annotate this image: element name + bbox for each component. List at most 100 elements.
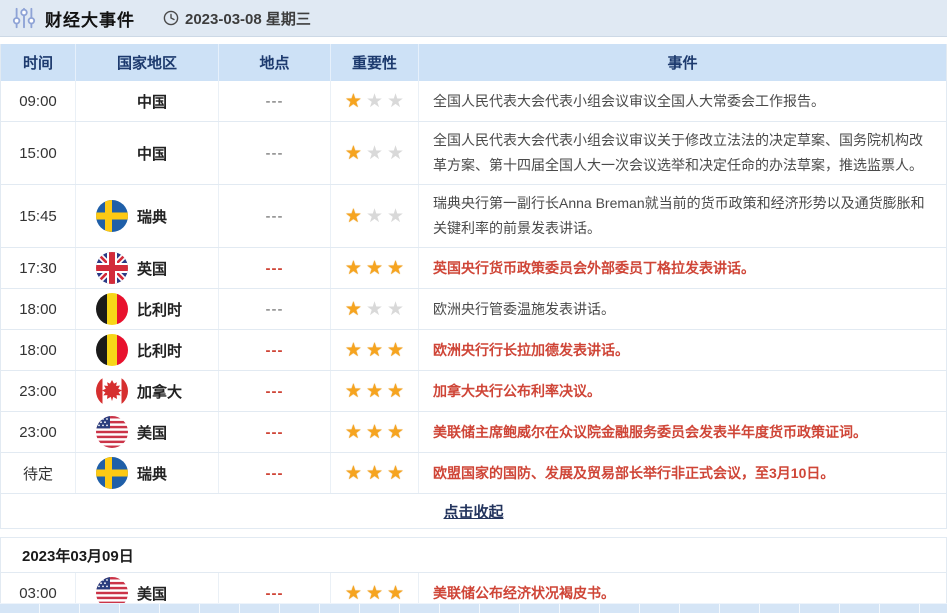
country-cell: 英国 [76,248,219,288]
event-text-cell: 英国央行货币政策委员会外部委员丁格拉发表讲话。 [419,248,946,288]
clock-icon [163,10,179,26]
star-empty-icon: ★ [387,300,404,319]
col-header-country: 国家地区 [76,44,219,81]
importance-stars: ★★★ [331,453,419,493]
country-cell: 中国 [76,81,219,121]
star-filled-icon: ★ [345,423,362,442]
star-empty-icon: ★ [387,92,404,111]
sliders-icon [12,6,36,30]
blank-flag-icon [96,85,128,117]
event-text-cell: 瑞典央行第一副行长Anna Breman就当前的货币政策和经济形势以及通货膨胀和… [419,185,946,247]
location-cell: --- [219,185,331,247]
uk-flag-icon [96,252,128,284]
belgium-flag-icon [96,334,128,366]
star-filled-icon: ★ [345,207,362,226]
star-filled-icon: ★ [387,259,404,278]
date-separator-row: 2023年03月09日 [1,537,946,573]
star-empty-icon: ★ [366,144,383,163]
star-filled-icon: ★ [366,382,383,401]
location-cell: --- [219,412,331,452]
app-header: 财经大事件 2023-03-08 星期三 [0,0,947,37]
importance-stars: ★★★ [331,330,419,370]
star-filled-icon: ★ [345,341,362,360]
sweden-flag-icon [96,200,128,232]
star-filled-icon: ★ [387,423,404,442]
col-header-importance: 重要性 [331,44,419,81]
event-text-cell: 全国人民代表大会代表小组会议审议关于修改立法法的决定草案、国务院机构改革方案、第… [419,122,946,184]
star-filled-icon: ★ [345,92,362,111]
time-cell: 18:00 [1,330,76,370]
time-cell: 15:45 [1,185,76,247]
event-text-cell: 欧洲央行行长拉加德发表讲话。 [419,330,946,370]
country-cell: 比利时 [76,330,219,370]
canada-flag-icon [96,375,128,407]
next-day-date-label: 2023年03月09日 [22,545,134,566]
importance-stars: ★★★ [331,122,419,184]
event-rows-day1: 09:00 中国 --- ★★★ 全国人民代表大会代表小组会议审议全国人大常委会… [1,81,946,494]
importance-stars: ★★★ [331,81,419,121]
time-cell: 15:00 [1,122,76,184]
financial-events-widget: 财经大事件 2023-03-08 星期三 时间 国家地区 地点 重要性 事件 0… [0,0,947,613]
event-row: 09:00 中国 --- ★★★ 全国人民代表大会代表小组会议审议全国人大常委会… [1,81,946,122]
star-filled-icon: ★ [366,464,383,483]
col-header-event: 事件 [419,44,946,81]
star-filled-icon: ★ [366,341,383,360]
event-row: 15:45 瑞典 --- ★★★ 瑞典央行第一副行长Anna Breman就当前… [1,185,946,248]
importance-stars: ★★★ [331,248,419,288]
star-filled-icon: ★ [345,584,362,603]
event-row: 18:00 比利时 --- ★★★ 欧洲央行管委温施发表讲话。 [1,289,946,330]
location-cell: --- [219,81,331,121]
location-cell: --- [219,330,331,370]
event-text-cell: 加拿大央行公布利率决议。 [419,371,946,411]
blank-flag-icon [96,137,128,169]
time-cell: 待定 [1,453,76,493]
star-filled-icon: ★ [366,259,383,278]
star-filled-icon: ★ [387,382,404,401]
event-text-cell: 美联储主席鲍威尔在众议院金融服务委员会发表半年度货币政策证词。 [419,412,946,452]
next-table-header-partial [0,603,947,613]
events-table-day2: 2023年03月09日 03:00 美国 --- ★★★ 美联储公布经济状况褐皮… [0,537,947,613]
event-row: 15:00 中国 --- ★★★ 全国人民代表大会代表小组会议审议关于修改立法法… [1,122,946,185]
time-cell: 23:00 [1,412,76,452]
collapse-link[interactable]: 点击收起 [443,501,503,522]
importance-stars: ★★★ [331,371,419,411]
star-filled-icon: ★ [387,584,404,603]
country-cell: 美国 [76,412,219,452]
star-empty-icon: ★ [387,207,404,226]
country-cell: 瑞典 [76,185,219,247]
star-filled-icon: ★ [366,584,383,603]
importance-stars: ★★★ [331,185,419,247]
importance-stars: ★★★ [331,412,419,452]
time-cell: 23:00 [1,371,76,411]
event-text-cell: 欧盟国家的国防、发展及贸易部长举行非正式会议，至3月10日。 [419,453,946,493]
table-header-row: 时间 国家地区 地点 重要性 事件 [1,44,946,81]
time-cell: 18:00 [1,289,76,329]
event-row: 23:00 加拿大 --- ★★★ 加拿大央行公布利率决议。 [1,371,946,412]
country-cell: 瑞典 [76,453,219,493]
star-empty-icon: ★ [366,92,383,111]
location-cell: --- [219,453,331,493]
event-text-cell: 全国人民代表大会代表小组会议审议全国人大常委会工作报告。 [419,81,946,121]
collapse-row: 点击收起 [1,494,946,529]
star-filled-icon: ★ [345,382,362,401]
star-filled-icon: ★ [345,259,362,278]
star-filled-icon: ★ [345,464,362,483]
event-row: 17:30 英国 --- ★★★ 英国央行货币政策委员会外部委员丁格拉发表讲话。 [1,248,946,289]
col-header-location: 地点 [219,44,331,81]
time-cell: 17:30 [1,248,76,288]
event-text-cell: 欧洲央行管委温施发表讲话。 [419,289,946,329]
events-table-day1: 时间 国家地区 地点 重要性 事件 09:00 中国 --- ★★★ 全国人民代… [0,44,947,529]
belgium-flag-icon [96,293,128,325]
country-cell: 加拿大 [76,371,219,411]
event-row: 18:00 比利时 --- ★★★ 欧洲央行行长拉加德发表讲话。 [1,330,946,371]
importance-stars: ★★★ [331,289,419,329]
date-display: 2023-03-08 星期三 [163,8,311,29]
country-cell: 比利时 [76,289,219,329]
time-cell: 09:00 [1,81,76,121]
page-title: 财经大事件 [45,6,135,31]
location-cell: --- [219,371,331,411]
star-empty-icon: ★ [387,144,404,163]
star-empty-icon: ★ [366,207,383,226]
location-cell: --- [219,122,331,184]
star-filled-icon: ★ [345,300,362,319]
